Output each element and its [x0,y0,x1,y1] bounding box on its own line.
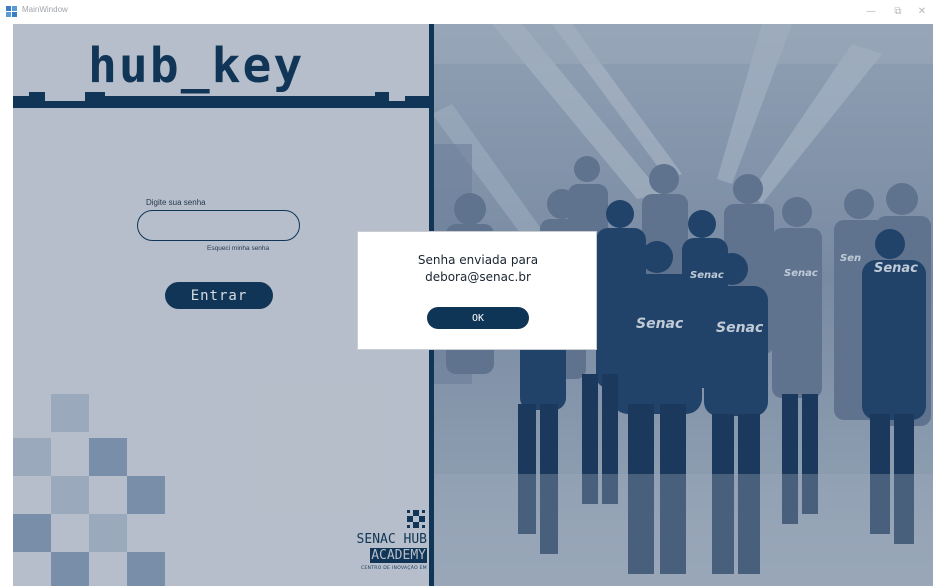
main-window: MainWindow — ⧉ ✕ hub_key Digite sua senh… [0,0,933,586]
ok-button[interactable]: OK [427,307,529,329]
close-button[interactable]: ✕ [913,4,931,20]
minimize-button[interactable]: — [862,4,880,20]
title-bar[interactable]: MainWindow — ⧉ ✕ [0,0,933,24]
app-icon [6,6,18,18]
dialog-message-line-2: debora@senac.br [425,270,531,284]
dialog-message: Senha enviada para debora@senac.br [358,252,598,286]
maximize-button[interactable]: ⧉ [889,4,907,20]
window-title: MainWindow [22,5,68,14]
message-dialog: Senha enviada para debora@senac.br OK [357,231,597,350]
dialog-message-line-1: Senha enviada para [417,253,539,267]
